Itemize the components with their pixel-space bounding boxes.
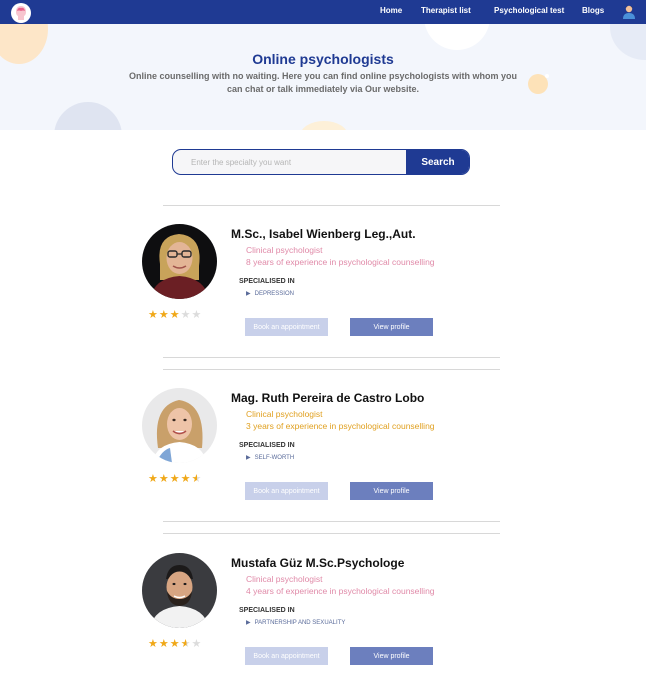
nav-link-home[interactable]: Home [380,6,402,15]
triangle-right-icon: ▶ [246,291,251,297]
psychologist-name[interactable]: Mustafa Güz M.Sc.Psychologe [231,556,404,570]
decor-blob [424,24,490,50]
star-half-icon: ★ [180,638,192,650]
page-title: Online psychologists [252,51,394,67]
star-empty-icon: ★ [191,309,203,321]
specialised-label: SPECIALISED IN [239,442,295,449]
divider [163,205,500,206]
star-filled-icon: ★ [148,309,159,321]
specialty-tag: ▶ PARTNERSHIP AND SEXUALITY [246,619,345,626]
star-filled-icon: ★ [169,473,181,485]
psychologist-card: ★★★★★ M.Sc., Isabel Wienberg Leg.,Aut. C… [0,224,646,364]
avatar[interactable] [142,553,217,628]
star-filled-icon: ★ [169,638,181,650]
psychologist-role: Clinical psychologist [246,409,323,419]
divider [163,521,500,522]
decor-blob [300,121,348,130]
psychologist-name[interactable]: Mag. Ruth Pereira de Castro Lobo [231,391,424,405]
rating-stars: ★★★★★ [148,308,202,321]
nav-link-psychological-test[interactable]: Psychological test [494,6,564,15]
specialty-text: SELF-WORTH [254,455,295,461]
star-filled-icon: ★ [169,309,181,321]
psychologist-experience: 3 years of experience in psychological c… [246,421,435,431]
star-filled-icon: ★ [148,638,159,650]
triangle-right-icon: ▶ [246,620,251,626]
search-input[interactable] [173,150,406,174]
star-filled-icon: ★ [158,638,170,650]
triangle-right-icon: ▶ [246,455,251,461]
specialty-tag: ▶ DEPRESSION [246,290,294,297]
specialty-text: DEPRESSION [254,291,294,297]
search-button[interactable]: Search [406,150,469,174]
star-empty-icon: ★ [191,638,203,650]
view-profile-button[interactable]: View profile [350,647,433,665]
search-bar: Search [172,149,470,175]
book-appointment-button[interactable]: Book an appointment [245,647,328,665]
book-appointment-button[interactable]: Book an appointment [245,318,328,336]
nav-link-blogs[interactable]: Blogs [582,6,604,15]
divider [163,369,500,370]
psychologist-experience: 4 years of experience in psychological c… [246,586,435,596]
specialised-label: SPECIALISED IN [239,607,295,614]
divider [163,357,500,358]
nav-link-therapist-list[interactable]: Therapist list [421,6,471,15]
view-profile-button[interactable]: View profile [350,482,433,500]
rating-stars: ★★★★★ [148,637,202,650]
star-filled-icon: ★ [158,473,170,485]
specialty-text: PARTNERSHIP AND SEXUALITY [254,620,346,626]
psychologist-card: ★★★★★ Mustafa Güz M.Sc.Psychologe Clinic… [0,553,646,693]
star-empty-icon: ★ [180,309,192,321]
book-appointment-button[interactable]: Book an appointment [245,482,328,500]
page-subtitle: Online counselling with no waiting. Here… [128,71,518,94]
specialised-label: SPECIALISED IN [239,278,295,285]
rating-stars: ★★★★★ [148,472,202,485]
hero-banner: Online psychologists Online counselling … [0,24,646,130]
psychologist-card: ★★★★★ Mag. Ruth Pereira de Castro Lobo C… [0,388,646,528]
star-filled-icon: ★ [180,473,192,485]
avatar[interactable] [142,224,217,299]
user-avatar-icon[interactable] [622,4,636,19]
avatar[interactable] [142,388,217,463]
view-profile-button[interactable]: View profile [350,318,433,336]
psychologist-role: Clinical psychologist [246,245,323,255]
star-half-icon: ★ [191,473,203,485]
psychologist-experience: 8 years of experience in psychological c… [246,257,435,267]
top-navbar: Home Therapist list Psychological test B… [0,0,646,24]
divider [163,533,500,534]
decor-blob [545,74,549,78]
star-filled-icon: ★ [148,473,159,485]
decor-blob [54,102,122,130]
psychologist-name[interactable]: M.Sc., Isabel Wienberg Leg.,Aut. [231,227,416,241]
psychologist-role: Clinical psychologist [246,574,323,584]
specialty-tag: ▶ SELF-WORTH [246,454,294,461]
star-filled-icon: ★ [158,309,170,321]
brain-head-icon[interactable] [10,2,32,24]
